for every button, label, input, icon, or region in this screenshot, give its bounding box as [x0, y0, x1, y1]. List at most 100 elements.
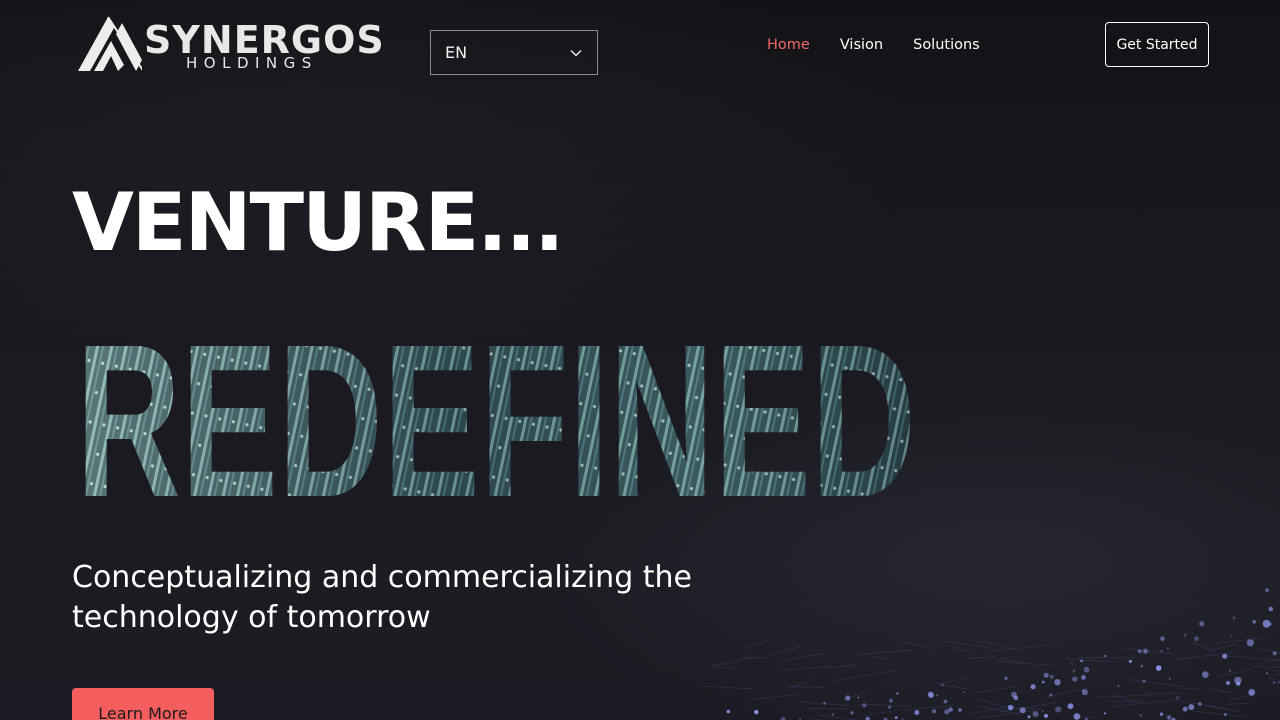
- particle-dot: [1175, 695, 1181, 701]
- particle-link: [966, 656, 996, 659]
- logo-subtitle: HOLDINGS: [186, 54, 318, 72]
- particle-dot: [726, 709, 731, 714]
- redefined-text-overlay: REDEFINED: [76, 320, 916, 510]
- particle-dot: [1225, 681, 1230, 685]
- particle-dot: [1246, 639, 1254, 647]
- language-selector[interactable]: EN: [430, 30, 598, 75]
- particle-dot: [857, 696, 860, 699]
- particle-dot: [1231, 615, 1237, 620]
- particle-dot: [1041, 680, 1045, 684]
- particle-dot: [932, 709, 937, 714]
- particle-dot: [1265, 588, 1269, 593]
- particle-dot: [1128, 659, 1132, 664]
- particle-dot: [1049, 674, 1054, 679]
- particle-dot: [1268, 606, 1274, 612]
- particle-link: [949, 645, 974, 655]
- particle-dot: [928, 692, 934, 699]
- particle-link: [711, 666, 738, 669]
- particle-link: [942, 640, 987, 648]
- nav-item-solutions[interactable]: Solutions: [913, 35, 980, 55]
- particle-link: [816, 714, 861, 720]
- particle-dot: [1222, 653, 1228, 659]
- particle-dot: [889, 698, 893, 703]
- particle-dot: [1194, 636, 1199, 642]
- particle-dot: [1137, 649, 1142, 654]
- particle-link: [829, 664, 858, 669]
- particle-link: [1258, 648, 1280, 654]
- particle-link: [706, 657, 755, 668]
- particle-dot: [1248, 689, 1256, 696]
- particle-link: [979, 640, 1007, 648]
- particle-link: [1109, 700, 1168, 707]
- particle-link: [990, 645, 1047, 652]
- particle-link: [1169, 698, 1227, 709]
- particle-dot: [1262, 619, 1271, 628]
- particle-link: [744, 639, 772, 650]
- particle-link: [977, 710, 1034, 719]
- particle-link: [1127, 679, 1186, 688]
- particle-dot: [1071, 662, 1073, 665]
- particle-dot: [1140, 664, 1144, 668]
- particle-link: [1215, 668, 1251, 678]
- particle-link: [1275, 673, 1280, 675]
- particle-dot: [1072, 676, 1078, 682]
- particle-dot: [1230, 635, 1233, 638]
- particle-dot: [1236, 681, 1241, 686]
- particle-dot: [1043, 672, 1049, 678]
- nav-item-vision[interactable]: Vision: [840, 35, 883, 55]
- particle-link: [834, 670, 894, 682]
- synergos-logo[interactable]: SYNERGOS HOLDINGS: [78, 14, 384, 74]
- particle-dot: [1030, 684, 1036, 690]
- particle-dot: [1081, 675, 1086, 680]
- get-started-button[interactable]: Get Started: [1105, 22, 1209, 67]
- particle-link: [901, 641, 933, 650]
- particle-link: [871, 656, 892, 661]
- particle-dot: [750, 710, 753, 713]
- particle-dot: [1081, 689, 1088, 696]
- particle-link: [941, 675, 972, 684]
- particle-link: [934, 682, 969, 690]
- learn-more-button[interactable]: Learn More: [72, 688, 214, 720]
- particle-dot: [1011, 691, 1017, 698]
- particle-dot: [1168, 677, 1171, 680]
- particle-dot: [944, 709, 950, 715]
- particle-link: [1065, 658, 1117, 663]
- particle-dot: [1160, 636, 1165, 641]
- particle-link: [1181, 687, 1204, 691]
- particle-link: [1250, 666, 1280, 668]
- particle-link: [1210, 644, 1236, 651]
- particle-link: [1227, 694, 1254, 701]
- particle-dot: [1103, 712, 1107, 715]
- particle-dot: [1199, 621, 1205, 627]
- particle-dot: [1160, 650, 1164, 653]
- particle-dot: [914, 710, 920, 715]
- particle-dot: [1139, 714, 1143, 717]
- particle-link: [1193, 710, 1246, 717]
- particle-link: [857, 710, 896, 718]
- particle-dot: [958, 708, 962, 712]
- particle-dot: [894, 716, 898, 719]
- particle-dot: [1229, 669, 1232, 672]
- particle-link: [778, 665, 831, 672]
- particle-link: [779, 652, 828, 662]
- particle-link: [1076, 656, 1137, 659]
- particle-dot: [1183, 632, 1188, 638]
- particle-link: [1267, 669, 1280, 672]
- particle-dot: [1266, 672, 1269, 675]
- hero-headline: VENTURE...: [72, 176, 564, 269]
- particle-dot: [1272, 681, 1276, 684]
- particle-dot: [1103, 654, 1107, 658]
- synergos-logo-icon: [78, 16, 145, 73]
- particle-dot: [943, 699, 948, 704]
- particle-link: [1210, 688, 1237, 694]
- particle-dot: [1201, 671, 1209, 678]
- particle-dot: [1182, 706, 1188, 712]
- particle-dot: [1027, 715, 1031, 719]
- nav-item-home[interactable]: Home: [767, 35, 810, 55]
- particle-dot: [862, 703, 867, 708]
- particle-link: [1225, 703, 1249, 705]
- language-selected-value: EN: [445, 43, 468, 62]
- particle-dot: [1083, 666, 1090, 673]
- main-nav: Home Vision Solutions: [767, 35, 980, 55]
- particle-dot: [1055, 706, 1062, 713]
